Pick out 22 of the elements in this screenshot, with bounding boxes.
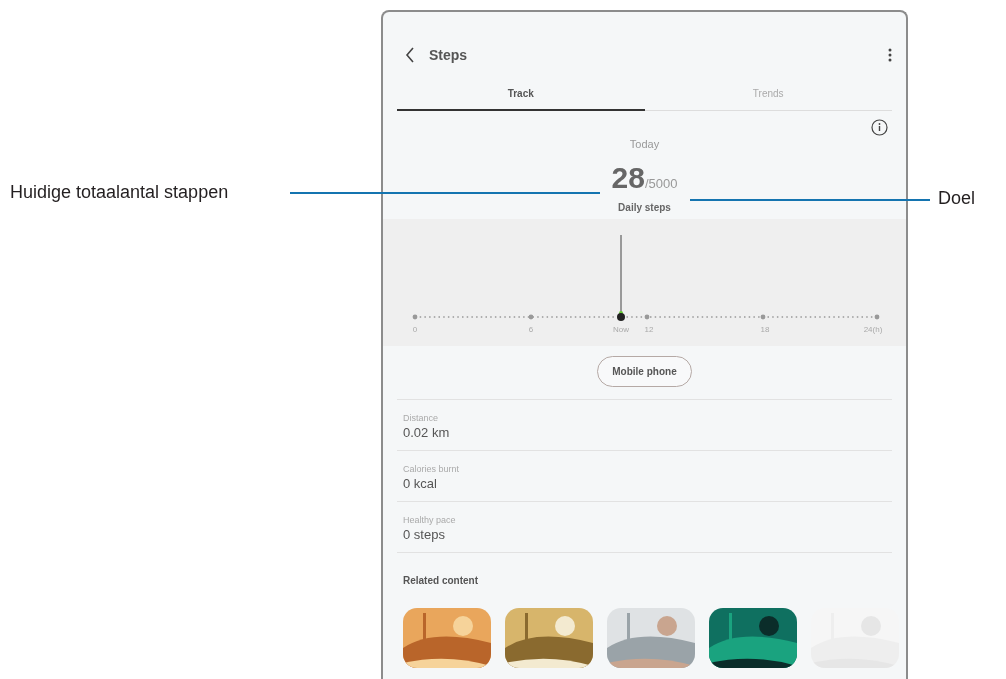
screen-title: Steps <box>429 45 468 65</box>
stat-value: 0 steps <box>403 525 446 544</box>
callout-label: Doel <box>938 187 977 210</box>
axis-label: Now <box>613 324 629 334</box>
section-heading: Related content <box>403 573 479 588</box>
stat-value: 0.02 km <box>403 423 451 442</box>
axis-label: 6 <box>528 324 534 334</box>
info-icon[interactable] <box>871 119 888 136</box>
callout-label: Huidige totaalantal stappen <box>10 181 230 204</box>
stat-value: 0 kcal <box>403 474 438 493</box>
axis-label: 24(h) <box>863 324 883 334</box>
period-label: Today <box>628 137 661 152</box>
source-button[interactable]: Mobile phone <box>597 355 692 387</box>
caption: Daily steps <box>618 200 671 215</box>
back-icon[interactable] <box>405 47 415 63</box>
step-count: 28 <box>611 159 645 196</box>
stat-label: Calories burnt <box>403 462 461 475</box>
step-goal: /5000 <box>644 175 678 193</box>
stat-label: Distance <box>403 411 439 424</box>
tab[interactable]: Track <box>397 80 645 111</box>
stat-label: Healthy pace <box>403 513 457 526</box>
more-options-icon[interactable] <box>888 48 892 62</box>
